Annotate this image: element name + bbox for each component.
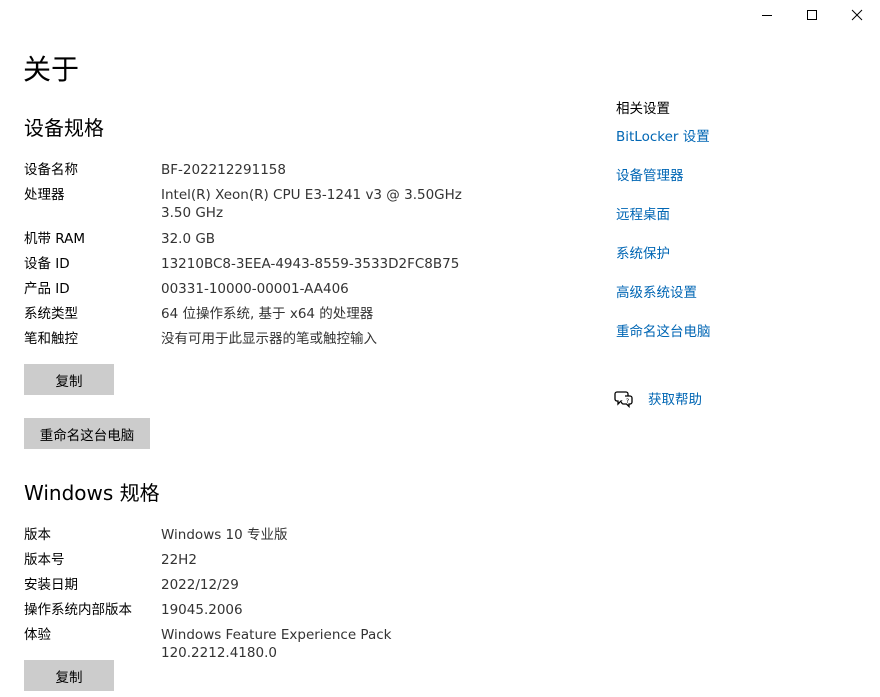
- get-help-link[interactable]: ? 获取帮助: [614, 388, 702, 408]
- close-button[interactable]: [834, 0, 880, 30]
- spec-value[interactable]: 32.0 GB: [161, 230, 484, 248]
- spec-row-device-id: 设备 ID 13210BC8-3EEA-4943-8559-3533D2FC8B…: [24, 255, 484, 273]
- spec-label: 处理器: [24, 187, 65, 203]
- maximize-icon: [807, 10, 817, 20]
- windows-specs-title: Windows 规格: [24, 481, 160, 505]
- spec-label: 机带 RAM: [24, 231, 86, 247]
- link-bitlocker-settings[interactable]: BitLocker 设置: [616, 127, 866, 147]
- link-system-protection[interactable]: 系统保护: [616, 244, 866, 264]
- spec-row-experience: 体验 Windows Feature Experience Pack 120.2…: [24, 626, 484, 662]
- spec-value[interactable]: Windows Feature Experience Pack 120.2212…: [161, 626, 484, 662]
- spec-label: 设备 ID: [24, 256, 70, 272]
- related-settings: 相关设置 BitLocker 设置 设备管理器 远程桌面 系统保护 高级系统设置…: [616, 99, 866, 361]
- spec-value[interactable]: 没有可用于此显示器的笔或触控输入: [161, 330, 484, 348]
- spec-row-device-name: 设备名称 BF-202212291158: [24, 161, 484, 179]
- link-remote-desktop[interactable]: 远程桌面: [616, 205, 866, 225]
- spec-value[interactable]: 64 位操作系统, 基于 x64 的处理器: [161, 305, 484, 323]
- spec-row-pen-touch: 笔和触控 没有可用于此显示器的笔或触控输入: [24, 330, 484, 348]
- spec-label: 操作系统内部版本: [24, 602, 132, 618]
- spec-value[interactable]: 22H2: [161, 551, 484, 569]
- spec-value[interactable]: BF-202212291158: [161, 161, 484, 179]
- spec-row-product-id: 产品 ID 00331-10000-00001-AA406: [24, 280, 484, 298]
- spec-row-edition: 版本 Windows 10 专业版: [24, 526, 484, 544]
- spec-row-install-date: 安装日期 2022/12/29: [24, 576, 484, 594]
- related-settings-title: 相关设置: [616, 101, 670, 117]
- spec-row-version: 版本号 22H2: [24, 551, 484, 569]
- spec-label: 版本号: [24, 552, 65, 568]
- spec-label: 笔和触控: [24, 331, 78, 347]
- spec-label: 产品 ID: [24, 281, 70, 297]
- close-icon: [851, 9, 863, 21]
- link-device-manager[interactable]: 设备管理器: [616, 166, 866, 186]
- copy-device-specs-button[interactable]: 复制: [24, 364, 114, 395]
- spec-label: 体验: [24, 627, 51, 643]
- link-rename-pc[interactable]: 重命名这台电脑: [616, 322, 866, 342]
- chat-help-icon: ?: [614, 391, 633, 408]
- spec-value[interactable]: 13210BC8-3EEA-4943-8559-3533D2FC8B75: [161, 255, 484, 273]
- spec-value[interactable]: 2022/12/29: [161, 576, 484, 594]
- get-help-label: 获取帮助: [648, 392, 702, 408]
- page-title: 关于: [23, 53, 80, 86]
- copy-windows-specs-button[interactable]: 复制: [24, 660, 114, 691]
- spec-row-processor: 处理器 Intel(R) Xeon(R) CPU E3-1241 v3 @ 3.…: [24, 186, 484, 222]
- rename-pc-button[interactable]: 重命名这台电脑: [24, 418, 150, 449]
- spec-label: 安装日期: [24, 577, 78, 593]
- spec-row-ram: 机带 RAM 32.0 GB: [24, 230, 484, 248]
- spec-label: 系统类型: [24, 306, 78, 322]
- spec-row-os-build: 操作系统内部版本 19045.2006: [24, 601, 484, 619]
- about-window: 关于 设备规格 设备名称 BF-202212291158 处理器 Intel(R…: [0, 0, 880, 697]
- spec-label: 版本: [24, 527, 51, 543]
- minimize-icon: [762, 15, 772, 16]
- spec-value[interactable]: Windows 10 专业版: [161, 526, 484, 544]
- spec-row-system-type: 系统类型 64 位操作系统, 基于 x64 的处理器: [24, 305, 484, 323]
- spec-value[interactable]: 19045.2006: [161, 601, 484, 619]
- link-advanced-system-settings[interactable]: 高级系统设置: [616, 283, 866, 303]
- svg-text:?: ?: [626, 397, 629, 405]
- spec-label: 设备名称: [24, 162, 78, 178]
- minimize-button[interactable]: [744, 0, 790, 30]
- maximize-button[interactable]: [789, 0, 835, 30]
- device-specs-title: 设备规格: [24, 116, 104, 140]
- spec-value[interactable]: 00331-10000-00001-AA406: [161, 280, 484, 298]
- spec-value[interactable]: Intel(R) Xeon(R) CPU E3-1241 v3 @ 3.50GH…: [161, 186, 484, 222]
